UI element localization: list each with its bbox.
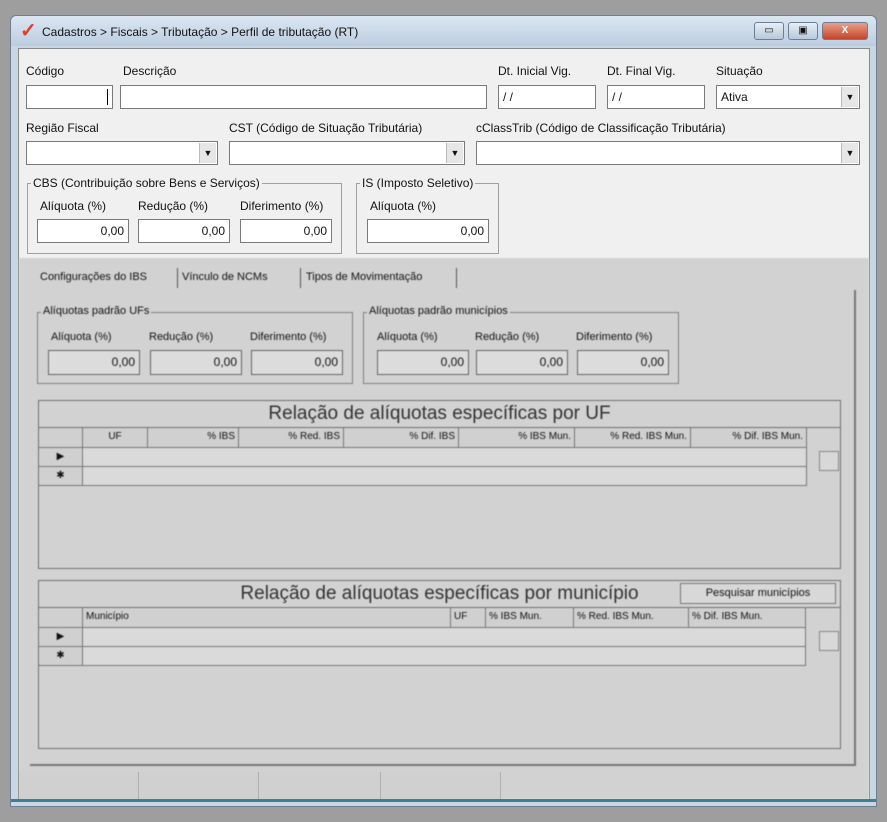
close-button[interactable]: X xyxy=(822,22,868,40)
ibs-section: Configurações do IBS Vínculo de NCMs Tip… xyxy=(19,258,869,799)
column-header[interactable]: % IBS Mun. xyxy=(459,428,575,448)
regiao-label: Região Fiscal xyxy=(26,121,99,135)
cbs-aliquota-label: Alíquota (%) xyxy=(40,199,107,213)
cbs-reducao-input[interactable]: 0,00 xyxy=(138,219,230,243)
text-cursor xyxy=(107,89,108,105)
situacao-select[interactable]: Ativa ▼ xyxy=(716,85,860,109)
mun-diferimento-input[interactable]: 0,00 xyxy=(577,350,669,375)
tab-configuracoes-ibs[interactable]: Configurações do IBS xyxy=(40,271,147,283)
ufs-diferimento-label: Diferimento (%) xyxy=(250,331,327,343)
pesquisar-municipios-button[interactable]: Pesquisar municípios xyxy=(680,583,836,604)
cbs-diferimento-label: Diferimento (%) xyxy=(240,199,324,213)
codigo-input[interactable] xyxy=(26,85,113,109)
current-row-indicator[interactable]: ▶ xyxy=(39,448,83,467)
status-panel xyxy=(259,772,381,799)
descricao-input[interactable] xyxy=(120,85,487,109)
column-header[interactable]: % IBS xyxy=(148,428,239,448)
grid-uf-title: Relação de alíquotas específicas por UF xyxy=(39,401,840,428)
column-header[interactable]: % Red. IBS xyxy=(239,428,344,448)
dt-inicial-input[interactable]: / / xyxy=(498,85,596,109)
column-header[interactable]: % Dif. IBS Mun. xyxy=(691,428,807,448)
current-row-indicator[interactable]: ▶ xyxy=(39,628,83,647)
descricao-label: Descrição xyxy=(123,64,177,78)
is-aliquota-input[interactable]: 0,00 xyxy=(367,219,489,243)
status-panel xyxy=(381,772,501,799)
column-header[interactable]: % Red. IBS Mun. xyxy=(575,428,691,448)
situacao-value: Ativa xyxy=(721,90,748,104)
cclass-select[interactable]: ▼ xyxy=(476,141,860,165)
column-header[interactable]: % Red. IBS Mun. xyxy=(574,608,689,628)
status-panel xyxy=(19,772,139,799)
cbs-title: CBS (Contribuição sobre Bens e Serviços) xyxy=(31,176,262,190)
ufs-title: Alíquotas padrão UFs xyxy=(41,305,152,317)
scrollbar[interactable] xyxy=(819,451,839,471)
minimize-button[interactable]: ▭ xyxy=(754,22,784,40)
cst-select[interactable]: ▼ xyxy=(229,141,465,165)
dt-final-label: Dt. Final Vig. xyxy=(607,64,676,78)
ufs-diferimento-input[interactable]: 0,00 xyxy=(251,350,343,375)
window-bottom-border xyxy=(11,799,876,802)
column-header[interactable]: UF xyxy=(83,428,148,448)
column-header[interactable]: % Dif. IBS Mun. xyxy=(689,608,806,628)
codigo-label: Código xyxy=(26,64,65,78)
ufs-reducao-input[interactable]: 0,00 xyxy=(150,350,242,375)
cbs-aliquota-input[interactable]: 0,00 xyxy=(37,219,129,243)
tab-tipos-movimentacao[interactable]: Tipos de Movimentação xyxy=(306,271,422,283)
mun-diferimento-label: Diferimento (%) xyxy=(576,331,653,343)
is-aliquota-label: Alíquota (%) xyxy=(370,199,437,213)
cclass-label: cClassTrib (Código de Classificação Trib… xyxy=(476,121,726,135)
ufs-reducao-label: Redução (%) xyxy=(149,331,214,343)
mun-reducao-input[interactable]: 0,00 xyxy=(476,350,568,375)
municipios-title: Alíquotas padrão municípios xyxy=(367,305,510,317)
app-logo-icon: ✓ xyxy=(20,20,37,42)
column-header[interactable]: Município xyxy=(83,608,451,628)
dt-final-input[interactable]: / / xyxy=(607,85,705,109)
tab-vinculo-ncms[interactable]: Vínculo de NCMs xyxy=(182,271,268,283)
situacao-label: Situação xyxy=(716,64,763,78)
table-row[interactable] xyxy=(83,628,806,647)
new-row-indicator[interactable]: ✱ xyxy=(39,647,83,666)
mun-aliquota-label: Alíquota (%) xyxy=(377,331,438,343)
chevron-down-icon[interactable]: ▼ xyxy=(446,143,463,163)
mun-reducao-label: Redução (%) xyxy=(475,331,540,343)
table-row[interactable] xyxy=(83,448,807,467)
column-header[interactable]: UF xyxy=(451,608,486,628)
ufs-aliquota-input[interactable]: 0,00 xyxy=(48,350,140,375)
scrollbar[interactable] xyxy=(819,631,839,651)
new-row-indicator[interactable]: ✱ xyxy=(39,467,83,486)
chevron-down-icon[interactable]: ▼ xyxy=(199,143,216,163)
regiao-select[interactable]: ▼ xyxy=(26,141,218,165)
table-row[interactable] xyxy=(83,647,806,666)
chevron-down-icon[interactable]: ▼ xyxy=(841,143,858,163)
is-title: IS (Imposto Seletivo) xyxy=(360,176,476,190)
mun-aliquota-input[interactable]: 0,00 xyxy=(377,350,469,375)
dt-inicial-label: Dt. Inicial Vig. xyxy=(498,64,572,78)
grid-uf: Relação de alíquotas específicas por UF … xyxy=(38,400,841,569)
grid-municipio: Relação de alíquotas específicas por mun… xyxy=(38,580,841,749)
cst-label: CST (Código de Situação Tributária) xyxy=(229,121,423,135)
cbs-reducao-label: Redução (%) xyxy=(138,199,209,213)
column-header[interactable]: % Dif. IBS xyxy=(344,428,459,448)
cbs-diferimento-input[interactable]: 0,00 xyxy=(240,219,332,243)
table-row[interactable] xyxy=(83,467,807,486)
window-title: Cadastros > Fiscais > Tributação > Perfi… xyxy=(42,25,359,39)
status-panel xyxy=(139,772,259,799)
chevron-down-icon[interactable]: ▼ xyxy=(841,87,858,107)
ufs-aliquota-label: Alíquota (%) xyxy=(51,331,112,343)
maximize-button[interactable]: ▣ xyxy=(788,22,818,40)
column-header[interactable]: % IBS Mun. xyxy=(486,608,574,628)
